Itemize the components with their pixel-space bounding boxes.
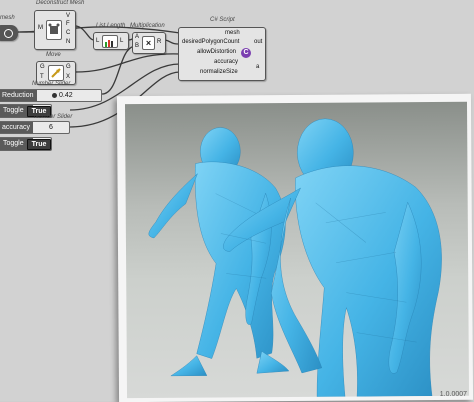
csharp-title: C# Script xyxy=(210,17,235,23)
toggle-2-value[interactable]: True xyxy=(27,139,51,150)
move-title: Move xyxy=(46,52,61,58)
csharp-script-icon: C xyxy=(241,48,251,58)
csharp-output-a[interactable]: a xyxy=(256,64,259,70)
csharp-input-normalize-size[interactable]: normalizeSize xyxy=(200,69,238,75)
accuracy-slider-title: Number Slider xyxy=(34,114,73,120)
list-length-icon xyxy=(102,35,118,48)
grasshopper-canvas[interactable]: mesh Deconstruct Mesh M V F C N List Len… xyxy=(0,0,474,402)
slider-grip-icon[interactable] xyxy=(52,93,57,98)
deconstruct-input-m[interactable]: M xyxy=(38,25,43,31)
list-length-input-l[interactable]: L xyxy=(96,38,99,44)
move-icon xyxy=(48,65,64,81)
multiplication-input-b[interactable]: B xyxy=(135,43,139,49)
deconstruct-icon xyxy=(46,20,62,40)
csharp-input-accuracy[interactable]: accuracy xyxy=(214,59,238,65)
csharp-input-allow-distortion[interactable]: allowDistortion xyxy=(197,49,236,55)
move-output-x[interactable]: X xyxy=(66,74,70,80)
reduction-slider[interactable]: Reduction 0.42 xyxy=(0,89,102,102)
toggle-2[interactable]: Toggle True xyxy=(0,137,52,151)
list-length-title: List Length xyxy=(96,23,126,29)
accuracy-slider-label: accuracy xyxy=(0,122,34,133)
reduction-slider-value: 0.42 xyxy=(59,92,73,99)
reduction-slider-title: Number Slider xyxy=(32,81,71,87)
mesh-param-icon xyxy=(4,29,13,38)
mesh-param[interactable] xyxy=(0,25,18,41)
deconstruct-output-f[interactable]: F xyxy=(66,21,70,27)
multiplication-title: Multiplication xyxy=(130,23,165,29)
reduction-slider-label: Reduction xyxy=(0,90,37,101)
multiplication-output-r[interactable]: R xyxy=(157,39,161,45)
wire-slider-to-multiplication xyxy=(101,45,137,95)
list-length-component[interactable]: L L xyxy=(93,32,129,50)
multiplication-input-a[interactable]: A xyxy=(135,34,139,40)
move-input-g[interactable]: G xyxy=(40,64,45,70)
deconstruct-mesh-component[interactable]: M V F C N xyxy=(34,10,76,50)
csharp-input-mesh[interactable]: mesh xyxy=(225,30,240,36)
deconstruct-output-c[interactable]: C xyxy=(66,30,70,36)
mesh-param-label: mesh xyxy=(0,15,15,21)
wire-move-to-csharp xyxy=(74,53,181,73)
list-length-output-l[interactable]: L xyxy=(120,38,123,44)
version-label: 1.0.0007 xyxy=(439,390,468,398)
deconstruct-output-v[interactable]: V xyxy=(66,13,70,19)
multiply-icon: × xyxy=(142,36,155,50)
rhino-viewport[interactable] xyxy=(124,101,470,399)
csharp-script-component[interactable]: mesh desiredPolygonCount allowDistortion… xyxy=(178,27,266,81)
creature-models xyxy=(148,118,442,398)
move-output-g[interactable]: G xyxy=(66,64,71,70)
viewport-screenshot-card: 1.0.0007 xyxy=(116,93,474,402)
creature-low-poly xyxy=(148,127,290,377)
csharp-output-out[interactable]: out xyxy=(254,39,262,45)
wire-multiplication-to-csharp xyxy=(163,39,179,45)
accuracy-slider-value: 6 xyxy=(49,124,53,131)
move-input-t[interactable]: T xyxy=(40,74,44,80)
deconstruct-title: Deconstruct Mesh xyxy=(36,0,85,6)
csharp-input-desired-polygon-count[interactable]: desiredPolygonCount xyxy=(182,39,239,45)
multiplication-component[interactable]: A B × R xyxy=(132,32,166,54)
accuracy-slider[interactable]: accuracy 6 xyxy=(0,121,70,134)
deconstruct-output-n[interactable]: N xyxy=(66,39,70,45)
